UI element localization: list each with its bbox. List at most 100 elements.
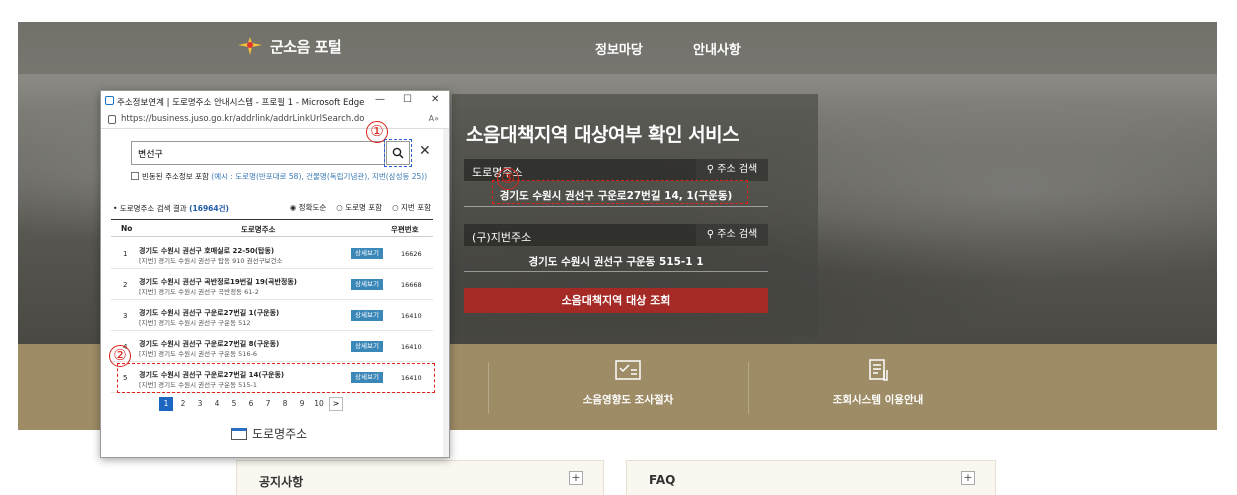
row-zip: 16626 xyxy=(401,250,422,258)
col-zip: 우편번호 xyxy=(391,225,419,234)
table-row[interactable]: 2 경기도 수원시 권선구 곡반정로19번길 19(곡반정동) [지번] 경기도… xyxy=(111,270,433,300)
detail-button[interactable]: 상세보기 xyxy=(351,248,383,259)
site-logo-text: 군소음 포털 xyxy=(270,37,342,56)
close-window-icon[interactable]: ✕ xyxy=(431,94,439,105)
nav-info[interactable]: 정보마당 xyxy=(595,39,643,58)
road-address-brand: 도로명주소 xyxy=(231,425,307,442)
survey-procedure-link[interactable]: 소음영향도 조사절차 xyxy=(538,358,718,407)
annotation-1: ① xyxy=(366,121,388,143)
system-guide-link[interactable]: 조회시스템 이용안내 xyxy=(788,358,968,407)
page-6[interactable]: 6 xyxy=(244,397,258,411)
next-page-button[interactable]: > xyxy=(329,397,343,411)
lot-address-label: (구)지번주소 xyxy=(472,231,532,244)
result-label: • 도로명주소 검색 결과 xyxy=(113,204,187,213)
table-row[interactable]: 4 경기도 수원시 권선구 구운로27번길 8(구운동) [지번] 경기도 수원… xyxy=(111,332,433,362)
include-changed-label: 빈동된 주소정보 포함 xyxy=(142,172,209,181)
checklist-icon xyxy=(615,360,641,380)
include-changed-checkbox[interactable] xyxy=(131,172,139,180)
search-example-hint: (예시 : 도로명(반포대로 58), 건물명(독립기념관), 지번(삼성동 2… xyxy=(211,172,428,181)
page-8[interactable]: 8 xyxy=(278,397,292,411)
service-title: 소음대책지역 대상여부 확인 서비스 xyxy=(466,124,740,146)
lock-icon xyxy=(108,115,116,124)
page-2[interactable]: 2 xyxy=(176,397,190,411)
noise-area-query-button[interactable]: 소음대책지역 대상 조회 xyxy=(464,288,768,313)
band-divider xyxy=(488,362,489,414)
faq-board: FAQ + xyxy=(626,460,996,495)
lot-address-search-label: 주소 검색 xyxy=(717,229,758,240)
road-address-search-label: 주소 검색 xyxy=(717,164,758,175)
band-divider xyxy=(748,362,749,414)
row-lot-address: [지번] 경기도 수원시 권선구 탑동 910 권선구보건소 xyxy=(139,257,283,265)
service-panel: 소음대책지역 대상여부 확인 서비스 도로명주소 ⚲ 주소 검색 경기도 수원시… xyxy=(452,94,818,337)
table-row[interactable]: 1 경기도 수원시 권선구 호매실로 22-50(탑동) [지번] 경기도 수원… xyxy=(111,239,433,269)
address-search-popup-window: 주소정보연계 | 도로명주소 안내시스템 - 프로필 1 - Microsoft… xyxy=(100,90,450,458)
page-4[interactable]: 4 xyxy=(210,397,224,411)
results-table-header: No 도로명주소 우편번호 xyxy=(111,219,433,237)
sort-accuracy[interactable]: ◉ 정확도순 xyxy=(290,202,327,213)
highlight-road-result xyxy=(492,180,748,204)
notice-more-button[interactable]: + xyxy=(569,471,583,485)
notice-board: 공지사항 + xyxy=(236,460,604,495)
scrollbar[interactable] xyxy=(443,129,449,457)
lot-address-result: 경기도 수원시 권선구 구운동 515-1 1 xyxy=(528,256,704,268)
detail-button[interactable]: 상세보기 xyxy=(351,341,383,352)
highlight-selected-row xyxy=(117,363,435,393)
read-aloud-icon[interactable]: A» xyxy=(429,114,439,123)
nav-notice[interactable]: 안내사항 xyxy=(693,39,741,58)
sort-lot-number[interactable]: ○ 지번 포함 xyxy=(392,202,431,213)
row-no: 1 xyxy=(123,250,128,258)
lot-address-search-button[interactable]: ⚲ 주소 검색 xyxy=(696,224,768,246)
row-lot-address: [지번] 경기도 수원시 권선구 구운동 512 xyxy=(139,319,251,327)
page-3[interactable]: 3 xyxy=(193,397,207,411)
address-search-field[interactable] xyxy=(131,141,385,165)
address-search-input[interactable] xyxy=(132,142,352,165)
sort-options: ◉ 정확도순 ○ 도로명 포함 ○ 지번 포함 xyxy=(290,202,431,213)
faq-board-title: FAQ xyxy=(649,473,676,487)
top-navigation: 군소음 포털 정보마당 안내사항 xyxy=(18,22,1217,74)
page-7[interactable]: 7 xyxy=(261,397,275,411)
sort-road-name[interactable]: ○ 도로명 포함 xyxy=(336,202,382,213)
minimize-icon[interactable]: — xyxy=(375,94,385,105)
annotation-2: ② xyxy=(109,345,131,367)
row-no: 3 xyxy=(123,312,128,320)
notice-board-title: 공지사항 xyxy=(259,475,304,489)
detail-button[interactable]: 상세보기 xyxy=(351,279,383,290)
table-row[interactable]: 3 경기도 수원시 권선구 구운로27번길 1(구운동) [지번] 경기도 수원… xyxy=(111,301,433,331)
window-title: 주소정보연계 | 도로명주소 안내시스템 - 프로필 1 - Microsoft… xyxy=(117,98,365,108)
col-road-address: 도로명주소 xyxy=(241,225,276,234)
page-9[interactable]: 9 xyxy=(295,397,309,411)
system-guide-label: 조회시스템 이용안내 xyxy=(832,394,924,406)
page-10[interactable]: 10 xyxy=(312,397,326,411)
address-bar[interactable]: https://business.juso.go.kr/addrlink/add… xyxy=(101,111,449,129)
divider xyxy=(464,271,768,272)
clear-search-icon[interactable]: ✕ xyxy=(419,143,431,159)
page-1[interactable]: 1 xyxy=(159,397,173,411)
row-lot-address: [지번] 경기도 수원시 권선구 구운동 516-6 xyxy=(139,350,258,358)
page-url: https://business.juso.go.kr/addrlink/add… xyxy=(121,114,365,124)
document-icon xyxy=(869,359,888,381)
col-no: No xyxy=(121,224,133,233)
emblem-icon xyxy=(238,37,262,55)
lot-address-row: (구)지번주소 ⚲ 주소 검색 xyxy=(464,224,768,246)
site-logo[interactable]: 군소음 포털 xyxy=(238,35,342,57)
road-address-logo-icon xyxy=(231,427,247,440)
search-result-summary: • 도로명주소 검색 결과 (16964건) xyxy=(113,203,229,214)
row-zip: 16668 xyxy=(401,281,422,289)
road-address-search-button[interactable]: ⚲ 주소 검색 xyxy=(696,159,768,181)
row-zip: 16410 xyxy=(401,343,422,351)
page-5[interactable]: 5 xyxy=(227,397,241,411)
row-no: 2 xyxy=(123,281,128,289)
annotation-3: ③ xyxy=(497,168,519,190)
highlight-search-button xyxy=(384,139,412,167)
faq-more-button[interactable]: + xyxy=(961,471,975,485)
brand-text: 도로명주소 xyxy=(252,427,308,441)
survey-procedure-label: 소음영향도 조사절차 xyxy=(582,394,674,406)
include-changed-address-option[interactable]: 빈동된 주소정보 포함 (예시 : 도로명(반포대로 58), 건물명(독립기념… xyxy=(131,171,427,182)
divider xyxy=(464,206,768,207)
screen: 군소음 포털 정보마당 안내사항 소음대책지역 대상여부 확인 서비스 도로명주… xyxy=(0,0,1237,495)
result-count: (16964건) xyxy=(189,204,229,213)
edge-window-icon xyxy=(105,96,114,105)
row-lot-address: [지번] 경기도 수원시 권선구 곡반정동 61-2 xyxy=(139,288,259,296)
detail-button[interactable]: 상세보기 xyxy=(351,310,383,321)
maximize-icon[interactable]: ☐ xyxy=(403,94,412,105)
